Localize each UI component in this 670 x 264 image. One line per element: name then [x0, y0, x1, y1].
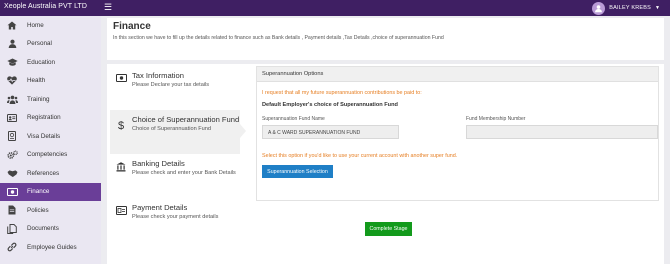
sidebar-item-label: Health [27, 77, 46, 85]
step-choice-of-superannuation-fund[interactable]: $ Choice of Superannuation Fund Choice o… [110, 110, 246, 154]
sidebar-item-label: Education [27, 58, 56, 66]
file-icon [6, 205, 18, 215]
sidebar-item-label: Registration [27, 114, 61, 122]
money-icon [6, 187, 18, 196]
fund-name-label: Superannuation Fund Name [262, 116, 325, 122]
step-title: Choice of Superannuation Fund [132, 115, 240, 124]
finance-card: Tax Information Please Declare your tax … [107, 64, 664, 264]
sidebar-item-home[interactable]: Home [0, 16, 101, 35]
step-subtitle: Please check your payment details [132, 214, 219, 220]
sidebar-item-label: Competencies [27, 151, 68, 159]
hamburger-icon[interactable]: ☰ [104, 2, 112, 12]
users-icon [6, 95, 18, 104]
user-name: BAILEY KREBS [609, 5, 652, 11]
request-notice: I request that all my future superannuat… [262, 90, 422, 96]
dollar-icon: $ [117, 120, 125, 132]
sidebar-item-label: Documents [27, 225, 59, 233]
finance-steps: Tax Information Please Declare your tax … [110, 66, 246, 238]
page-header: Finance In this section we have to fill … [107, 18, 664, 60]
link-icon [6, 242, 18, 252]
main-content: Finance In this section we have to fill … [101, 16, 670, 264]
step-title: Payment Details [132, 203, 188, 212]
sidebar-item-competencies[interactable]: Competencies [0, 146, 101, 165]
sidebar-item-label: Finance [27, 188, 50, 196]
step-payment-details[interactable]: Payment Details Please check your paymen… [110, 198, 240, 238]
graduation-cap-icon [6, 58, 18, 67]
step-banking-details[interactable]: Banking Details Please check and enter y… [110, 154, 240, 198]
page-title: Finance [113, 21, 151, 32]
default-fund-heading: Default Employer's choice of Superannuat… [262, 102, 398, 108]
heartbeat-icon [6, 76, 18, 85]
superannuation-selection-button[interactable]: Superannuation Selection [262, 165, 333, 178]
sidebar: Home Personal Education Health Training … [0, 16, 101, 264]
step-title: Banking Details [132, 159, 185, 168]
sidebar-item-label: Home [27, 21, 44, 29]
option-notice: Select this option if you'd like to use … [262, 153, 458, 159]
sidebar-item-references[interactable]: References [0, 164, 101, 183]
handshake-icon [6, 169, 18, 178]
id-card-icon [6, 113, 18, 122]
user-menu[interactable]: BAILEY KREBS ▼ [592, 1, 660, 15]
sidebar-item-label: Policies [27, 206, 49, 214]
sidebar-item-policies[interactable]: Policies [0, 201, 101, 220]
sidebar-item-label: Visa Details [27, 132, 61, 140]
chevron-down-icon: ▼ [655, 5, 660, 11]
money-bill-icon [110, 66, 132, 110]
sidebar-item-personal[interactable]: Personal [0, 35, 101, 54]
sidebar-item-label: Training [27, 95, 50, 103]
sidebar-item-finance[interactable]: Finance [0, 182, 101, 201]
membership-number-field[interactable] [466, 125, 658, 139]
user-avatar-icon [592, 1, 606, 15]
step-subtitle: Please Declare your tax details [132, 82, 210, 88]
home-icon [6, 21, 18, 30]
sidebar-item-education[interactable]: Education [0, 53, 101, 72]
passport-icon [6, 131, 18, 142]
sidebar-item-registration[interactable]: Registration [0, 109, 101, 128]
top-bar: Xeople Australia PVT LTD ☰ BAILEY KREBS … [0, 0, 670, 16]
company-name: Xeople Australia PVT LTD [4, 3, 88, 10]
step-subtitle: Please check and enter your Bank Details [132, 170, 236, 176]
sidebar-item-documents[interactable]: Documents [0, 220, 101, 239]
user-icon [6, 39, 18, 49]
sidebar-item-health[interactable]: Health [0, 72, 101, 91]
sidebar-item-label: References [27, 169, 60, 177]
fund-name-field[interactable]: A & C WARD SUPERANNUATION FUND [262, 125, 399, 139]
sidebar-item-training[interactable]: Training [0, 90, 101, 109]
step-title: Tax Information [132, 71, 184, 80]
sidebar-item-label: Employee Guides [27, 243, 77, 251]
step-tax-information[interactable]: Tax Information Please Declare your tax … [110, 66, 240, 110]
sidebar-item-label: Personal [27, 40, 52, 48]
superannuation-options-panel: Superannuation Options I request that al… [256, 66, 659, 201]
cogs-icon [6, 150, 18, 160]
bank-icon [110, 154, 132, 198]
documents-icon [6, 223, 18, 234]
money-check-icon [110, 198, 132, 238]
sidebar-item-employee-guides[interactable]: Employee Guides [0, 238, 101, 257]
sidebar-item-visa-details[interactable]: Visa Details [0, 127, 101, 146]
step-subtitle: Choice of Superannuation Fund [132, 126, 211, 132]
complete-stage-button[interactable]: Complete Stage [365, 222, 412, 236]
page-description: In this section we have to fill up the d… [113, 35, 444, 41]
membership-number-label: Fund Membership Number [466, 116, 526, 122]
panel-heading: Superannuation Options [257, 67, 658, 82]
